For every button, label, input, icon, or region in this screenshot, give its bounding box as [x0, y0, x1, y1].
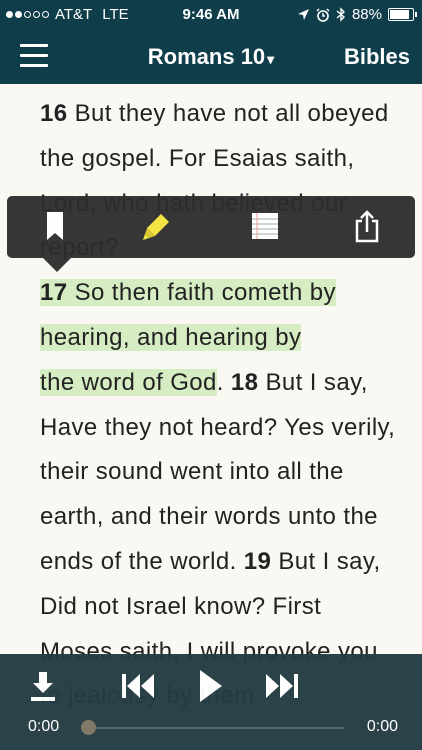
bluetooth-icon — [336, 7, 345, 22]
verse-number: 17 — [40, 279, 68, 307]
verse-17-highlight-line-3[interactable]: the word of God — [40, 368, 217, 396]
verse-18-text[interactable]: But I say, Have they not heard? Yes veri… — [40, 369, 395, 575]
rewind-icon — [122, 674, 154, 698]
play-button[interactable] — [198, 668, 224, 709]
verse-17-period: . — [216, 368, 224, 396]
verse-17-text-line-3: the word of God — [40, 368, 217, 396]
bibles-button[interactable]: Bibles — [344, 44, 410, 70]
verse-number: 19 — [243, 547, 272, 575]
elapsed-time: 0:00 — [28, 718, 60, 735]
chapter-title: Romans 10 — [147, 44, 266, 69]
status-right-group: 88% — [297, 6, 417, 23]
highlight-button[interactable] — [139, 208, 175, 244]
progress-track[interactable] — [88, 727, 344, 729]
audio-player: 0:00 0:00 — [0, 654, 422, 750]
bookmark-icon — [47, 212, 63, 240]
share-button[interactable] — [349, 208, 385, 244]
duration-time: 0:00 — [366, 718, 398, 735]
verse-action-popover — [7, 196, 415, 272]
verse-number: 18 — [230, 368, 259, 396]
notes-icon — [252, 213, 278, 239]
fast-forward-icon — [266, 674, 298, 698]
location-arrow-icon — [297, 9, 309, 20]
battery-percent: 88% — [351, 6, 382, 23]
alarm-icon — [316, 8, 330, 22]
download-button[interactable] — [28, 670, 58, 707]
highlighter-icon — [143, 214, 169, 240]
play-icon — [200, 670, 222, 702]
download-icon — [31, 672, 55, 701]
notes-button[interactable] — [247, 208, 283, 244]
chevron-down-icon: ▾ — [267, 51, 275, 67]
scripture-text: 16 But they have not all obeyed the gosp… — [40, 92, 400, 719]
verse-17-text-line-2: hearing, and hearing by — [40, 323, 302, 351]
progress-thumb[interactable] — [81, 720, 96, 735]
nav-bar: Romans 10 ▾ Bibles — [0, 30, 422, 84]
verse-17-highlight[interactable]: 17 So then faith cometh by — [40, 279, 336, 307]
verse-17-highlight-line-2[interactable]: hearing, and hearing by — [40, 323, 302, 351]
rewind-button[interactable] — [120, 672, 156, 705]
battery-icon — [388, 8, 417, 21]
bookmark-button[interactable] — [37, 208, 73, 244]
verse-number: 16 — [40, 100, 68, 127]
fast-forward-button[interactable] — [264, 672, 300, 705]
status-bar: AT&T LTE 9:46 AM 88% — [0, 0, 422, 30]
share-icon — [355, 210, 379, 243]
verse-17-text-line-1: So then faith cometh by — [74, 279, 336, 307]
